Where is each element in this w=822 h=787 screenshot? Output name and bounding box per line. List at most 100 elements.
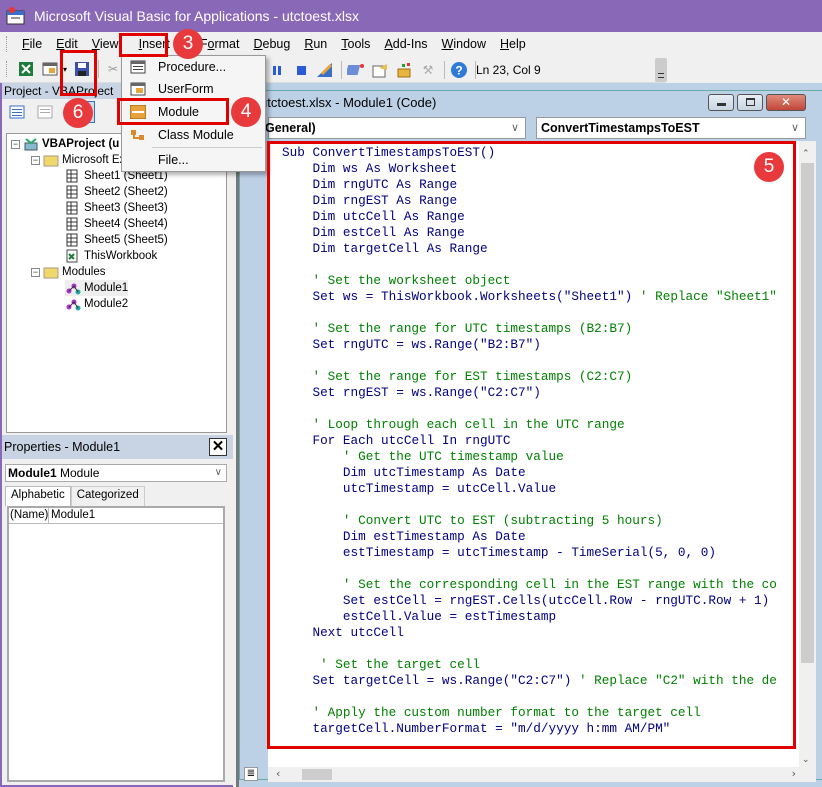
code-line[interactable]: Set ws = ThisWorkbook.Worksheets("Sheet1… <box>282 289 776 305</box>
code-line[interactable]: ' Set the corresponding cell in the EST … <box>282 577 777 593</box>
tree-node-sheet[interactable]: Sheet3 (Sheet3) <box>65 200 168 216</box>
scrollbar-thumb[interactable] <box>302 769 332 780</box>
code-line[interactable]: ' Set the range for EST timestamps (C2:C… <box>282 369 777 385</box>
pause-icon[interactable] <box>266 59 288 81</box>
excel-icon[interactable] <box>15 58 37 80</box>
menu-edit[interactable]: Edit <box>49 35 85 53</box>
vertical-scrollbar[interactable]: ⌃ ⌄ <box>799 141 816 767</box>
menu-tools[interactable]: Tools <box>334 35 377 53</box>
code-line[interactable]: Set estCell = rngEST.Cells(utcCell.Row -… <box>282 593 777 609</box>
scroll-left-icon[interactable]: ‹ <box>276 767 280 780</box>
full-module-view-icon[interactable]: ≣ <box>244 767 258 781</box>
save-icon[interactable] <box>71 58 93 80</box>
menu-item-procedure[interactable]: Procedure... <box>122 56 265 78</box>
tree-node-module2[interactable]: Module2 <box>65 296 128 312</box>
horizontal-scrollbar[interactable]: ≣ ‹ › <box>244 767 816 782</box>
tree-node-module1[interactable]: Module1 <box>65 280 129 296</box>
code-line[interactable]: Next utcCell <box>282 625 777 641</box>
code-line[interactable]: ​ <box>282 497 777 513</box>
code-line[interactable]: ' Apply the custom number format to the … <box>282 705 777 721</box>
procedure-combo[interactable]: ConvertTimestampsToEST ∨ <box>536 117 806 139</box>
scroll-right-icon[interactable]: › <box>792 767 796 780</box>
code-line[interactable]: Sub ConvertTimestampsToEST() <box>282 145 777 161</box>
code-line[interactable]: utcTimestamp = utcCell.Value <box>282 481 777 497</box>
code-line[interactable]: Dim estCell As Range <box>282 225 777 241</box>
tab-categorized[interactable]: Categorized <box>70 486 145 506</box>
toolbar-grip[interactable] <box>6 61 9 77</box>
code-line[interactable]: Dim utcTimestamp As Date <box>282 465 777 481</box>
code-line[interactable]: ' Set the worksheet object <box>282 273 777 289</box>
collapse-icon[interactable]: − <box>31 155 40 165</box>
dropdown-arrow-icon[interactable]: ▾ <box>63 65 71 74</box>
code-line[interactable]: ' Set the range for UTC timestamps (B2:B… <box>282 321 777 337</box>
code-line[interactable]: Dim utcCell As Range <box>282 209 777 225</box>
menu-debug[interactable]: Debug <box>246 35 297 53</box>
code-line[interactable]: ​ <box>282 561 777 577</box>
code-line[interactable]: ' Convert UTC to EST (subtracting 5 hour… <box>282 513 777 529</box>
property-row[interactable]: (Name) Module1 <box>9 508 223 524</box>
help-icon[interactable]: ? <box>448 59 470 81</box>
tree-node-modules[interactable]: − Modules <box>31 264 105 280</box>
restore-button[interactable] <box>737 94 763 111</box>
properties-icon[interactable] <box>369 59 391 81</box>
insert-userform-icon[interactable] <box>39 58 61 80</box>
code-line[interactable]: estCell.Value = estTimestamp <box>282 609 777 625</box>
code-line[interactable]: ​ <box>282 257 777 273</box>
tree-node-sheet[interactable]: Sheet2 (Sheet2) <box>65 184 168 200</box>
menu-item-class-module[interactable]: Class Module <box>122 124 265 146</box>
code-line[interactable]: ​ <box>282 401 777 417</box>
property-value[interactable]: Module1 <box>49 508 95 523</box>
project-explorer-icon[interactable] <box>345 59 367 81</box>
design-mode-icon[interactable] <box>314 59 336 81</box>
code-text[interactable]: Sub ConvertTimestampsToEST() Dim ws As W… <box>282 145 777 737</box>
code-line[interactable]: Set rngEST = ws.Range("C2:C7") <box>282 385 777 401</box>
toolbar-options-button[interactable] <box>655 58 667 82</box>
code-line[interactable]: ' Get the UTC timestamp value <box>282 449 777 465</box>
code-line[interactable]: Dim targetCell As Range <box>282 241 777 257</box>
code-line[interactable]: Set rngUTC = ws.Range("B2:B7") <box>282 337 777 353</box>
object-select[interactable]: Module1 Module ∨ <box>5 464 227 482</box>
object-combo[interactable]: General) ∨ <box>265 117 526 139</box>
menu-insert[interactable]: Insert <box>132 35 177 53</box>
code-line[interactable]: Dim ws As Worksheet <box>282 161 777 177</box>
menu-run[interactable]: Run <box>297 35 334 53</box>
code-line[interactable]: ' Loop through each cell in the UTC rang… <box>282 417 777 433</box>
tree-node-vbaproject[interactable]: − VBAProject (u <box>11 136 119 152</box>
code-line[interactable]: ​ <box>282 641 777 657</box>
menubar-grip[interactable] <box>6 36 9 52</box>
code-line[interactable]: Dim estTimestamp As Date <box>282 529 777 545</box>
code-line[interactable]: ​ <box>282 305 777 321</box>
code-line[interactable]: Dim rngUTC As Range <box>282 177 777 193</box>
code-line[interactable]: Dim rngEST As Range <box>282 193 777 209</box>
close-button[interactable]: ✕ <box>766 94 806 111</box>
stop-icon[interactable] <box>290 59 312 81</box>
code-line[interactable]: estTimestamp = utcTimestamp - TimeSerial… <box>282 545 777 561</box>
menu-add-ins[interactable]: Add-Ins <box>377 35 434 53</box>
code-editor[interactable]: Sub ConvertTimestampsToEST() Dim ws As W… <box>268 141 816 767</box>
tree-node-excel-objects[interactable]: − Microsoft Ex <box>31 152 125 168</box>
menu-item-file[interactable]: File... <box>122 149 265 171</box>
code-line[interactable]: For Each utcCell In rngUTC <box>282 433 777 449</box>
collapse-icon[interactable]: − <box>31 267 40 277</box>
object-browser-icon[interactable] <box>393 59 415 81</box>
code-line[interactable]: ​ <box>282 353 777 369</box>
menu-file[interactable]: File <box>15 35 49 53</box>
menu-window[interactable]: Window <box>435 35 493 53</box>
close-icon[interactable]: ✕ <box>209 438 227 456</box>
view-code-icon[interactable] <box>6 101 28 123</box>
menu-view[interactable]: View <box>85 35 126 53</box>
toolbox-icon[interactable]: ⚒ <box>417 59 439 81</box>
code-line[interactable]: ' Set the target cell <box>282 657 777 673</box>
tab-alphabetic[interactable]: Alphabetic <box>5 486 71 506</box>
scrollbar-thumb[interactable] <box>801 163 814 663</box>
code-line[interactable]: Set targetCell = ws.Range("C2:C7") ' Rep… <box>282 673 776 689</box>
menu-help[interactable]: Help <box>493 35 533 53</box>
tree-node-sheet[interactable]: Sheet5 (Sheet5) <box>65 232 168 248</box>
code-line[interactable]: targetCell.NumberFormat = "m/d/yyyy h:mm… <box>282 721 777 737</box>
scroll-down-icon[interactable]: ⌄ <box>802 755 810 765</box>
collapse-icon[interactable]: − <box>11 139 20 149</box>
tree-node-thisworkbook[interactable]: ThisWorkbook <box>65 248 157 264</box>
minimize-button[interactable] <box>708 94 734 111</box>
view-object-icon[interactable] <box>34 101 56 123</box>
code-line[interactable]: ​ <box>282 689 777 705</box>
